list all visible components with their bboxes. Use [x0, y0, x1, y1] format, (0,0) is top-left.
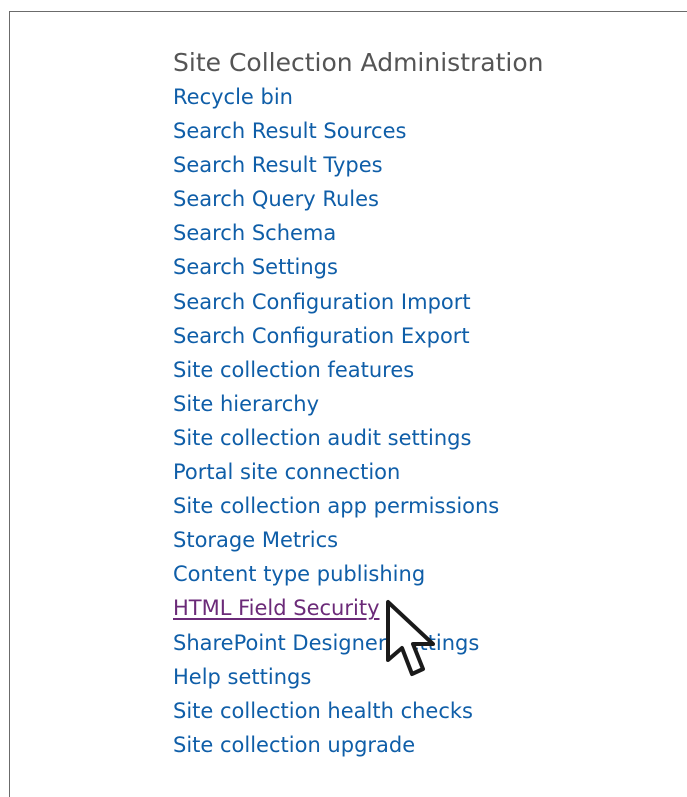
admin-link-item[interactable]: Search Result Types [173, 148, 543, 182]
admin-link-list: Recycle bin Search Result Sources Search… [173, 80, 543, 762]
link-site-collection-health-checks[interactable]: Site collection health checks [173, 699, 473, 723]
admin-link-item[interactable]: Storage Metrics [173, 523, 543, 557]
link-html-field-security[interactable]: HTML Field Security [173, 596, 380, 620]
link-site-collection-app-permissions[interactable]: Site collection app permissions [173, 494, 499, 518]
admin-link-item[interactable]: Search Configuration Export [173, 319, 543, 353]
link-search-configuration-export[interactable]: Search Configuration Export [173, 324, 470, 348]
admin-link-item[interactable]: Search Query Rules [173, 182, 543, 216]
admin-link-item[interactable]: Recycle bin [173, 80, 543, 114]
admin-link-item[interactable]: Site collection app permissions [173, 489, 543, 523]
admin-link-item[interactable]: Site collection features [173, 353, 543, 387]
link-site-collection-audit-settings[interactable]: Site collection audit settings [173, 426, 471, 450]
link-search-result-sources[interactable]: Search Result Sources [173, 119, 406, 143]
link-search-query-rules[interactable]: Search Query Rules [173, 187, 379, 211]
admin-link-item[interactable]: Site collection audit settings [173, 421, 543, 455]
settings-panel: Site Collection Administration Recycle b… [9, 11, 687, 797]
link-portal-site-connection[interactable]: Portal site connection [173, 460, 400, 484]
link-site-collection-upgrade[interactable]: Site collection upgrade [173, 733, 415, 757]
link-site-collection-features[interactable]: Site collection features [173, 358, 414, 382]
link-search-result-types[interactable]: Search Result Types [173, 153, 383, 177]
admin-link-item[interactable]: Site collection health checks [173, 694, 543, 728]
section-title: Site Collection Administration [173, 48, 544, 77]
link-search-configuration-import[interactable]: Search Configuration Import [173, 290, 471, 314]
admin-link-item[interactable]: Help settings [173, 660, 543, 694]
admin-link-item[interactable]: HTML Field Security [173, 591, 543, 625]
admin-link-item[interactable]: SharePoint Designer Settings [173, 626, 543, 660]
site-collection-administration-section: Site Collection Administration Recycle b… [173, 46, 543, 762]
admin-link-item[interactable]: Search Settings [173, 250, 543, 284]
link-content-type-publishing[interactable]: Content type publishing [173, 562, 425, 586]
link-site-hierarchy[interactable]: Site hierarchy [173, 392, 319, 416]
link-help-settings[interactable]: Help settings [173, 665, 311, 689]
admin-link-item[interactable]: Search Schema [173, 216, 543, 250]
admin-link-item[interactable]: Search Result Sources [173, 114, 543, 148]
admin-link-item[interactable]: Portal site connection [173, 455, 543, 489]
admin-link-item[interactable]: Site collection upgrade [173, 728, 543, 762]
link-search-settings[interactable]: Search Settings [173, 255, 338, 279]
link-storage-metrics[interactable]: Storage Metrics [173, 528, 338, 552]
link-sharepoint-designer-settings[interactable]: SharePoint Designer Settings [173, 631, 479, 655]
admin-link-item[interactable]: Site hierarchy [173, 387, 543, 421]
admin-link-item[interactable]: Search Configuration Import [173, 285, 543, 319]
link-recycle-bin[interactable]: Recycle bin [173, 85, 293, 109]
admin-link-item[interactable]: Content type publishing [173, 557, 543, 591]
link-search-schema[interactable]: Search Schema [173, 221, 336, 245]
